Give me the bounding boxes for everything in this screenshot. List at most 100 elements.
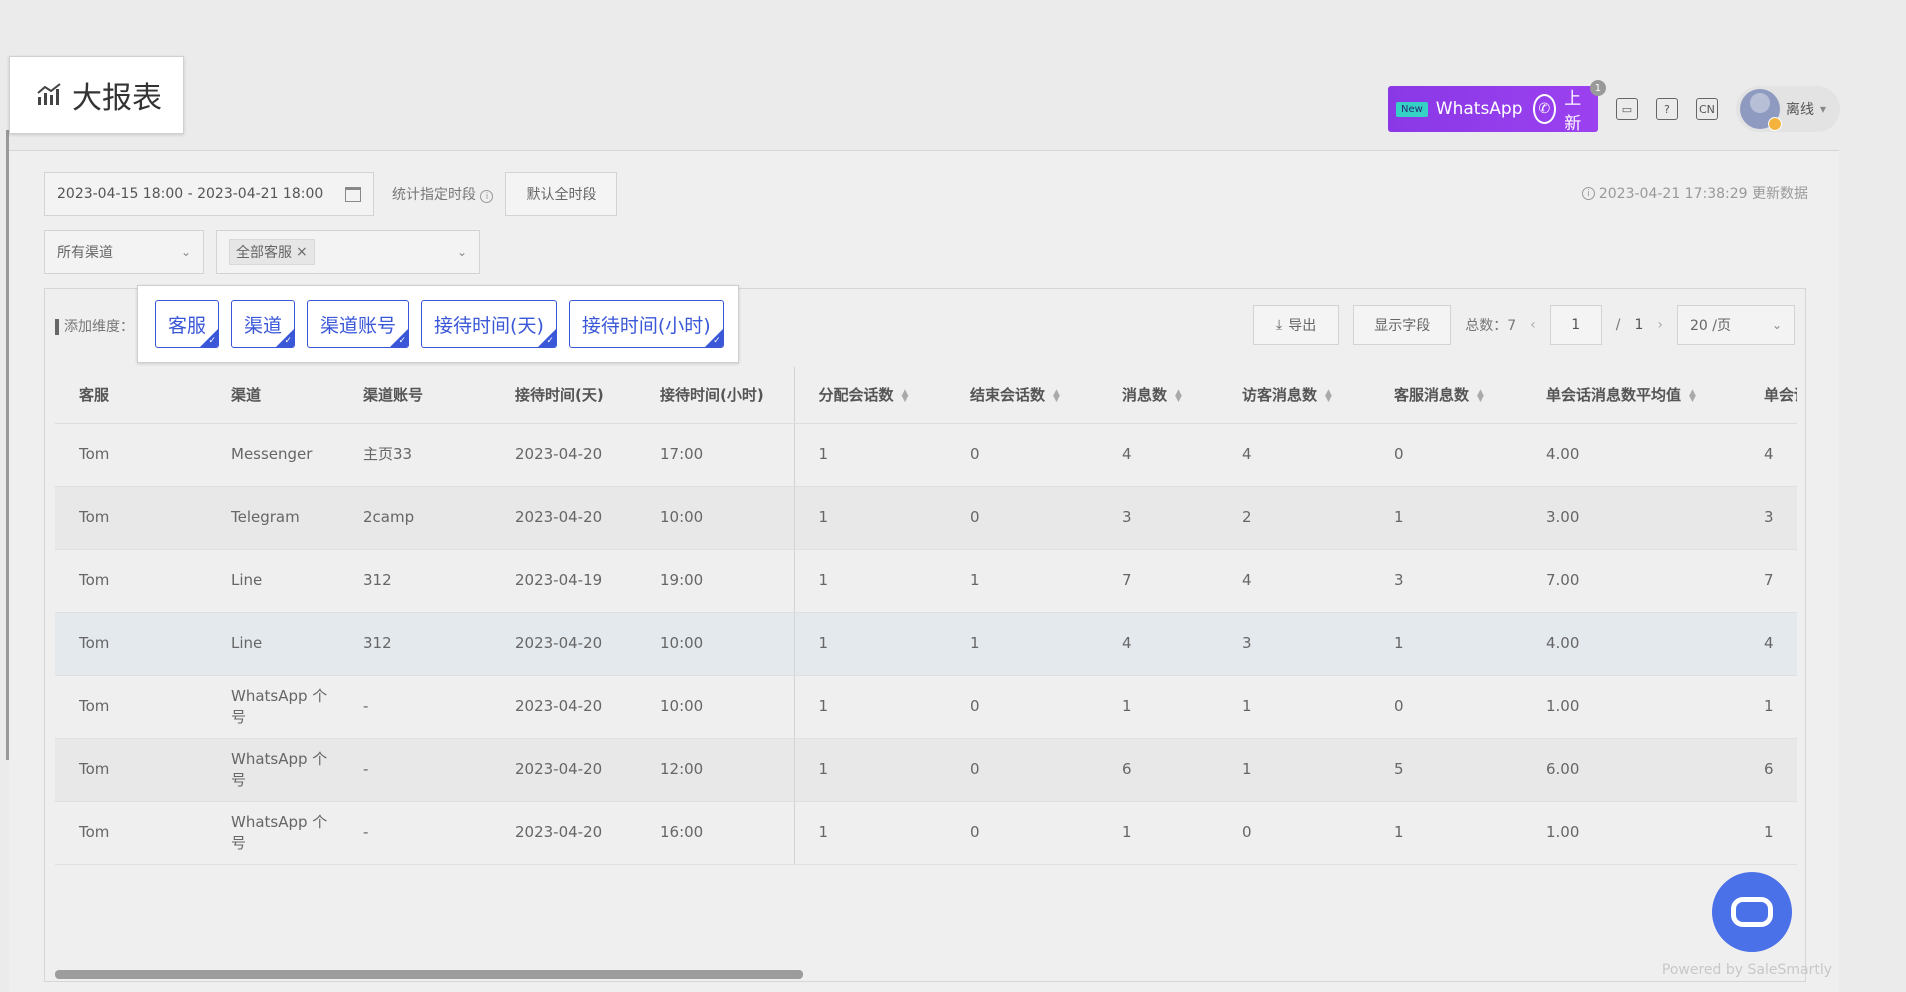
user-menu[interactable]: 离线 ▾ <box>1735 86 1840 132</box>
sort-icon[interactable]: ▲ ▼ <box>1477 388 1484 403</box>
date-range-picker[interactable]: 2023-04-15 18:00 - 2023-04-21 18:00 <box>44 172 374 216</box>
help-icon[interactable]: ? <box>1655 98 1678 120</box>
avatar <box>1739 89 1782 131</box>
col-header-assigned[interactable]: 分配会话数 ▲ ▼ <box>794 367 946 424</box>
col-header-truncated: 单会话 <box>1740 367 1797 424</box>
info-icon[interactable]: i <box>480 190 494 203</box>
sort-icon[interactable]: ▲ ▼ <box>1053 388 1060 403</box>
table-cell: 12:00 <box>636 738 795 802</box>
chevron-down-icon: ⌄ <box>180 245 191 259</box>
table-cell: 4 <box>1740 423 1797 487</box>
export-button[interactable]: ⤓ 导出 <box>1253 305 1340 345</box>
agent-select[interactable]: 全部客服 × ⌄ <box>216 230 480 274</box>
stat-period-text: 统计指定时段 <box>392 187 476 203</box>
table-cell: 1 <box>1098 801 1218 865</box>
user-status: 离线 <box>1785 102 1814 118</box>
table-cell: 16:00 <box>636 801 795 865</box>
table-cell: 2023-04-20 <box>491 423 636 487</box>
date-range-value: 2023-04-15 18:00 - 2023-04-21 18:00 <box>57 186 324 202</box>
default-period-button[interactable]: 默认全时段 <box>505 172 618 216</box>
language-icon[interactable]: CN <box>1695 98 1718 120</box>
chat-widget-button[interactable] <box>1712 872 1792 952</box>
table-cell: Messenger <box>207 423 339 487</box>
table-controls: ⤓ 导出 显示字段 总数：7 ‹ 1 / 1 › 20 /页 ⌄ <box>1253 305 1795 345</box>
dimension-tag-channel[interactable]: 渠道 ✓ <box>231 300 296 348</box>
topbar: New WhatsApp ✆ 上新 1 ▭ ? CN 离线 ▾ <box>1387 80 1840 134</box>
table-cell: 0 <box>1370 423 1522 487</box>
horizontal-scrollbar[interactable] <box>55 970 803 979</box>
table-cell: 3 <box>1740 486 1797 550</box>
col-header-label: 单会话消息数平均值 <box>1546 386 1682 405</box>
table-cell: 1.00 <box>1522 801 1740 865</box>
dimension-tag-agent[interactable]: 客服 ✓ <box>155 300 220 348</box>
table-header-row: 客服 渠道 渠道账号 接待时间(天) 接待时间(小时) 分配会话数 ▲ ▼ 结束会话… <box>55 367 1797 424</box>
agent-tag-label: 全部客服 <box>236 245 292 261</box>
dimension-tag-reception-day[interactable]: 接待时间(天) ✓ <box>421 300 557 348</box>
sort-icon[interactable]: ▲ ▼ <box>1689 388 1696 403</box>
info-icon: i <box>1581 186 1595 200</box>
agent-tag[interactable]: 全部客服 × <box>229 239 315 265</box>
table-cell: 3 <box>1098 486 1218 550</box>
table-cell: 10:00 <box>636 486 795 550</box>
whatsapp-banner[interactable]: New WhatsApp ✆ 上新 1 <box>1387 80 1606 134</box>
check-icon: ✓ <box>398 336 407 346</box>
col-header-channel-account: 渠道账号 <box>339 367 491 424</box>
table-row[interactable]: Tom Line 312 2023-04-20 10:00 1 1 4 3 1 4.00 4 <box>55 612 1797 676</box>
table-cell: 17:00 <box>636 423 795 487</box>
col-header-agent-messages[interactable]: 客服消息数 ▲ ▼ <box>1370 367 1522 424</box>
page-total: 1 <box>1634 317 1644 333</box>
table-cell: 0 <box>946 801 1098 865</box>
show-fields-button[interactable]: 显示字段 <box>1353 305 1452 345</box>
sort-icon[interactable]: ▲ ▼ <box>1325 388 1332 403</box>
table-cell: 2023-04-20 <box>491 738 636 802</box>
table-row[interactable]: Tom WhatsApp 个号 -2023-04-20 16:00 1 0 1 0 1 1.00 1 <box>55 801 1797 865</box>
table-row[interactable]: Tom Line 312 2023-04-19 19:00 1 1 7 4 3 7.00 7 <box>55 549 1797 613</box>
table-row[interactable]: Tom WhatsApp 个号 -2023-04-20 12:00 1 0 6 1 5 6.00 6 <box>55 738 1797 802</box>
table-cell: 1 <box>794 612 946 676</box>
col-header-reception-day: 接待时间(天) <box>491 367 636 424</box>
dimension-tag-channel-account[interactable]: 渠道账号 ✓ <box>307 300 410 348</box>
col-header-reception-hour: 接待时间(小时) <box>636 367 795 424</box>
table-cell: 6 <box>1098 738 1218 802</box>
sort-icon[interactable]: ▲ ▼ <box>1175 388 1182 403</box>
prev-page-icon[interactable]: ‹ <box>1530 317 1536 333</box>
sort-icon[interactable]: ▲ ▼ <box>902 388 909 403</box>
dimension-tag-label: 客服 <box>168 314 207 337</box>
col-header-messages[interactable]: 消息数 ▲ ▼ <box>1098 367 1218 424</box>
page-title-card: 大报表 <box>9 56 184 134</box>
update-note: i 2023-04-21 17:38:29 更新数据 <box>1581 183 1808 203</box>
table-cell: 2023-04-20 <box>491 801 636 865</box>
table-cell: 3 <box>1370 549 1522 613</box>
report-table: 客服 渠道 渠道账号 接待时间(天) 接待时间(小时) 分配会话数 ▲ ▼ 结束会话… <box>55 367 1797 865</box>
col-header-closed[interactable]: 结束会话数 ▲ ▼ <box>946 367 1098 424</box>
table-cell: 4 <box>1218 423 1370 487</box>
table-row[interactable]: Tom WhatsApp 个号 -2023-04-20 10:00 1 0 1 1 0 1.00 1 <box>55 675 1797 739</box>
table-cell: WhatsApp 个号 <box>207 738 339 802</box>
channel-select[interactable]: 所有渠道 ⌄ <box>44 230 204 274</box>
table-row[interactable]: Tom Messenger 主页33 2023-04-20 17:00 1 0 4 4 0 4.00… <box>55 423 1797 487</box>
col-header-avg-messages[interactable]: 单会话消息数平均值 ▲ ▼ <box>1522 367 1740 424</box>
close-icon[interactable]: × <box>296 244 308 260</box>
report-table-panel: 添加维度： 客服 ✓ 渠道 ✓ 渠道账号 ✓ 接待时间(天) ✓ 接待时间(小时) ✓ ⤓… <box>44 285 1806 982</box>
page-size-select[interactable]: 20 /页 ⌄ <box>1677 305 1795 345</box>
table-row[interactable]: Tom Telegram 2camp 2023-04-20 10:00 1 0 3 2 1 3.00… <box>55 486 1797 550</box>
dimension-tag-reception-hour[interactable]: 接待时间(小时) ✓ <box>568 300 724 348</box>
table-cell: 1 <box>1740 801 1797 865</box>
col-header-visitor-messages[interactable]: 访客消息数 ▲ ▼ <box>1218 367 1370 424</box>
page-input[interactable]: 1 <box>1549 305 1602 345</box>
table-cell: Line <box>207 612 339 676</box>
channel-select-value: 所有渠道 <box>57 245 113 261</box>
table-cell: Tom <box>55 738 207 802</box>
table-cell: 2023-04-20 <box>491 612 636 676</box>
download-icon: ⤓ <box>1276 317 1283 333</box>
devices-icon[interactable]: ▭ <box>1615 98 1638 120</box>
table-cell: Tom <box>55 612 207 676</box>
next-page-icon[interactable]: › <box>1657 317 1663 333</box>
table-cell: - <box>339 675 491 739</box>
table-cell: 1 <box>1218 675 1370 739</box>
filters-row-2: 所有渠道 ⌄ 全部客服 × ⌄ <box>44 230 480 274</box>
table-cell: Line <box>207 549 339 613</box>
dimension-tag-label: 渠道 <box>244 314 283 337</box>
col-header-agent: 客服 <box>55 367 207 424</box>
new-badge: New <box>1395 101 1428 117</box>
